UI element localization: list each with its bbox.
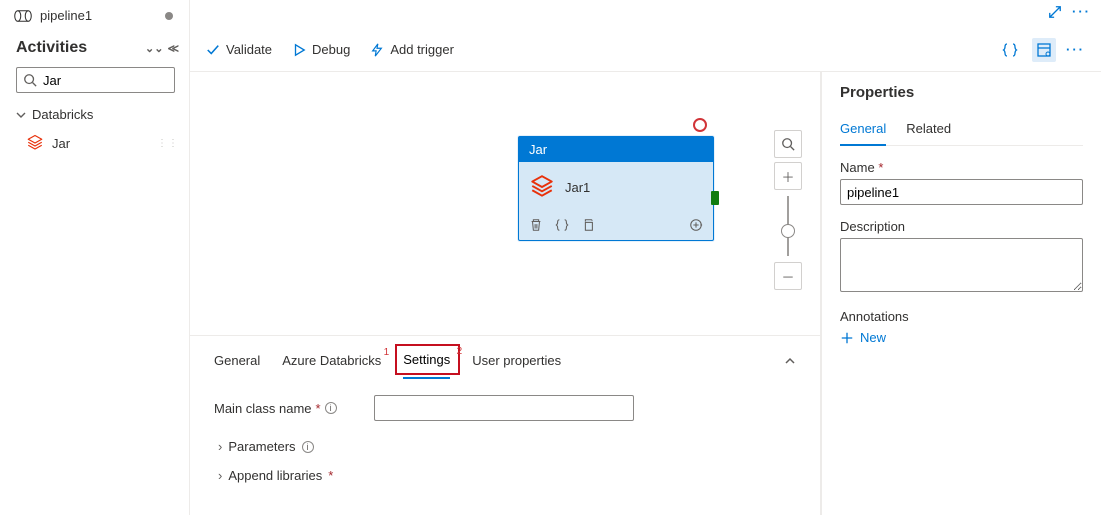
tab-general[interactable]: General (214, 347, 260, 378)
pipeline-toolbar: Validate Debug Add trigger ··· (190, 28, 1101, 72)
properties-icon (1036, 42, 1052, 58)
parameters-expander[interactable]: › Parameters i (214, 439, 796, 454)
pipeline-name-input[interactable] (840, 179, 1083, 205)
required-icon: * (328, 468, 333, 483)
activity-card-jar1[interactable]: Jar Jar1 (518, 136, 714, 241)
add-trigger-button[interactable]: Add trigger (370, 42, 454, 57)
zoom-controls: ＋ － (774, 130, 802, 290)
tab-settings[interactable]: Settings 2 (403, 346, 450, 379)
parameters-label: Parameters (228, 439, 295, 454)
properties-tabs: General Related (840, 115, 1083, 146)
activities-title: Activities (16, 39, 87, 57)
pipeline-description-input[interactable] (840, 238, 1083, 292)
properties-title: Properties (840, 84, 1083, 101)
info-icon[interactable]: i (325, 402, 337, 414)
category-databricks[interactable]: Databricks (0, 101, 189, 128)
modified-indicator-icon (165, 12, 173, 20)
trigger-icon (370, 43, 384, 57)
tab-azure-databricks[interactable]: Azure Databricks 1 (282, 347, 381, 378)
more-menu-icon[interactable]: ··· (1072, 4, 1091, 19)
activity-settings-panel: General Azure Databricks 1 Settings 2 Us… (190, 335, 820, 515)
required-icon: * (878, 160, 883, 175)
grip-icon: ⋮⋮ (157, 138, 179, 149)
properties-tab-general[interactable]: General (840, 115, 886, 146)
plus-icon (840, 331, 854, 345)
search-icon (23, 73, 37, 87)
annotation-number-2: 2 (457, 346, 463, 357)
pipeline-canvas[interactable]: Jar Jar1 (190, 72, 821, 515)
debug-button[interactable]: Debug (292, 42, 350, 57)
activity-item-label: Jar (52, 136, 70, 151)
code-icon[interactable] (555, 218, 569, 232)
activities-search[interactable] (16, 67, 175, 93)
pipeline-tab[interactable]: pipeline1 (0, 8, 189, 29)
success-connector-icon[interactable] (711, 191, 719, 205)
pipeline-icon (14, 10, 32, 22)
main-class-input[interactable] (374, 395, 634, 421)
copy-icon[interactable] (581, 218, 595, 232)
expand-icon[interactable] (1048, 5, 1062, 19)
activities-search-input[interactable] (41, 72, 168, 89)
name-label: Name (840, 160, 875, 175)
add-output-icon[interactable] (689, 218, 703, 232)
pipeline-name: pipeline1 (40, 8, 92, 23)
databricks-icon (26, 134, 44, 152)
delete-icon[interactable] (529, 218, 543, 232)
zoom-slider[interactable] (787, 196, 789, 256)
activity-card-type: Jar (519, 137, 713, 162)
play-icon (292, 43, 306, 57)
code-view-button[interactable] (998, 38, 1022, 62)
info-icon[interactable]: i (302, 441, 314, 453)
validate-label: Validate (226, 42, 272, 57)
properties-toggle-button[interactable] (1032, 38, 1056, 62)
description-label: Description (840, 219, 1083, 234)
search-icon (781, 137, 795, 151)
add-annotation-button[interactable]: New (840, 330, 1083, 345)
new-label: New (860, 330, 886, 345)
check-icon (206, 43, 220, 57)
annotation-ring (693, 118, 707, 132)
databricks-icon (529, 174, 555, 200)
activities-header: Activities ⌄⌄ ≪ (0, 29, 189, 63)
properties-panel: Properties General Related Name * Descri… (821, 72, 1101, 515)
add-trigger-label: Add trigger (390, 42, 454, 57)
braces-icon (1002, 42, 1018, 58)
validate-button[interactable]: Validate (206, 42, 272, 57)
chevron-down-icon (16, 110, 26, 120)
collapse-panel-icon[interactable]: ≪ (167, 42, 179, 55)
debug-label: Debug (312, 42, 350, 57)
zoom-fit-button[interactable] (774, 130, 802, 158)
required-icon: * (316, 401, 321, 416)
zoom-out-button[interactable]: － (774, 262, 802, 290)
toolbar-more-icon[interactable]: ··· (1066, 42, 1085, 57)
tab-user-properties[interactable]: User properties (472, 347, 561, 378)
annotation-number-1: 1 (384, 347, 390, 358)
chevron-right-icon: › (218, 468, 222, 483)
chevron-up-icon (784, 355, 796, 367)
chevron-right-icon: › (218, 439, 222, 454)
collapse-all-icon[interactable]: ⌄⌄ (145, 42, 163, 55)
activities-sidebar: pipeline1 Activities ⌄⌄ ≪ Databricks Jar… (0, 0, 190, 515)
append-libraries-expander[interactable]: › Append libraries * (214, 468, 796, 483)
main-class-label: Main class name (214, 401, 312, 416)
main-class-row: Main class name * i (214, 395, 796, 421)
activity-item-jar[interactable]: Jar ⋮⋮ (0, 128, 189, 158)
main-area: ··· Validate Debug Add trigger (190, 0, 1101, 515)
append-libraries-label: Append libraries (228, 468, 322, 483)
settings-tabs: General Azure Databricks 1 Settings 2 Us… (190, 336, 820, 379)
activity-card-name: Jar1 (565, 180, 590, 195)
annotations-label: Annotations (840, 309, 1083, 324)
zoom-thumb[interactable] (781, 224, 795, 238)
properties-tab-related[interactable]: Related (906, 115, 951, 145)
collapse-panel-button[interactable] (784, 355, 796, 370)
zoom-in-button[interactable]: ＋ (774, 162, 802, 190)
editor-top-controls: ··· (1048, 4, 1091, 19)
category-label: Databricks (32, 107, 93, 122)
